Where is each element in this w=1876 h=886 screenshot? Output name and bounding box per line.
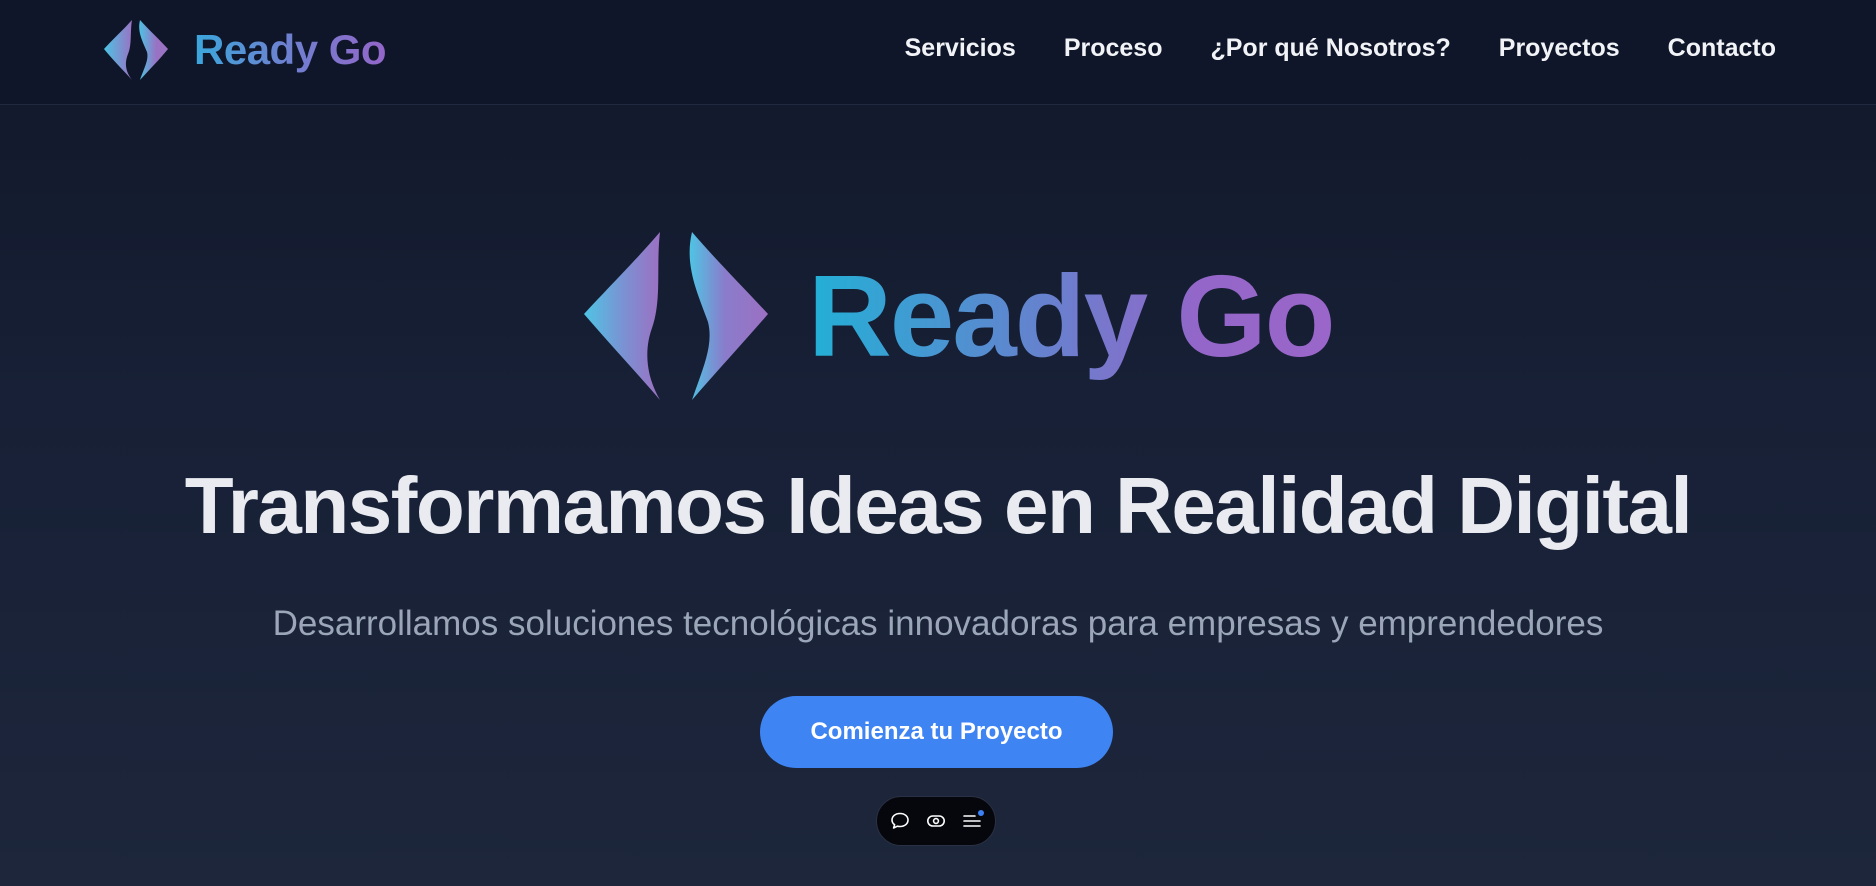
- chat-button[interactable]: [889, 810, 911, 832]
- start-project-button[interactable]: Comienza tu Proyecto: [760, 696, 1113, 768]
- notification-dot: [978, 810, 984, 816]
- hero-title: Transformamos Ideas en Realidad Digital: [184, 461, 1693, 550]
- brand-logo-link[interactable]: Ready Go: [102, 18, 387, 82]
- menu-button[interactable]: [961, 810, 984, 832]
- chat-bubble-icon: [891, 812, 909, 829]
- nav-link-proceso[interactable]: Proceso: [1064, 30, 1163, 66]
- nav-link-servicios[interactable]: Servicios: [905, 30, 1016, 66]
- floating-toolbar: [876, 796, 996, 846]
- preview-button[interactable]: [925, 810, 947, 832]
- nav-link-por-que-nosotros[interactable]: ¿Por qué Nosotros?: [1210, 30, 1450, 66]
- navbar: Ready Go Servicios Proceso ¿Por qué Noso…: [0, 0, 1876, 105]
- hero-subtitle: Desarrollamos soluciones tecnológicas in…: [272, 604, 1604, 643]
- nav-link-proyectos[interactable]: Proyectos: [1499, 30, 1620, 66]
- brand-logo-icon: [104, 20, 168, 80]
- hero-brand-name: Ready Go: [808, 246, 1335, 386]
- eye-icon: [926, 815, 945, 827]
- nav-link-contacto[interactable]: Contacto: [1668, 30, 1776, 66]
- nav-links: Servicios Proceso ¿Por qué Nosotros? Pro…: [905, 30, 1776, 66]
- hero-logo: Ready Go: [582, 230, 1335, 402]
- hero-logo-icon: [584, 232, 768, 400]
- brand-name: Ready Go: [194, 26, 387, 73]
